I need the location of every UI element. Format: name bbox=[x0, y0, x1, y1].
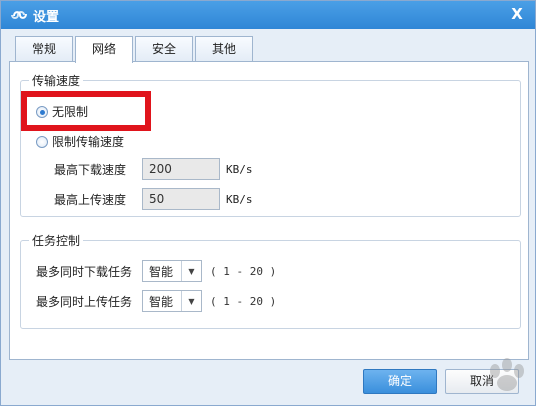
max-upload-row: 最高上传速度 KB/s bbox=[54, 188, 253, 210]
max-download-tasks-label: 最多同时下载任务 bbox=[36, 264, 133, 279]
transfer-speed-legend: 传输速度 bbox=[29, 72, 84, 89]
upload-tasks-range: ( 1 - 20 ) bbox=[210, 294, 277, 308]
transfer-speed-group: 传输速度 无限制 限制传输速度 最高下载速度 KB/s 最高上传速度 KB/s bbox=[20, 72, 521, 217]
max-upload-tasks-select[interactable]: 智能 ▼ bbox=[142, 290, 202, 312]
chevron-down-icon[interactable]: ▼ bbox=[181, 291, 201, 311]
limited-radio[interactable] bbox=[36, 135, 48, 148]
close-icon[interactable]: X bbox=[509, 5, 525, 23]
upload-unit: KB/s bbox=[226, 192, 253, 206]
max-upload-tasks-value: 智能 bbox=[149, 294, 174, 309]
tab-network[interactable]: 网络 bbox=[75, 36, 133, 63]
max-download-tasks-select[interactable]: 智能 ▼ bbox=[142, 260, 202, 282]
max-upload-tasks-row: 最多同时上传任务 智能 ▼ ( 1 - 20 ) bbox=[36, 290, 276, 312]
limited-option[interactable]: 限制传输速度 bbox=[36, 133, 124, 150]
tab-other[interactable]: 其他 bbox=[195, 36, 253, 62]
unlimited-label: 无限制 bbox=[52, 105, 89, 119]
title-bar[interactable]: 设置 X bbox=[1, 1, 535, 29]
settings-window: 设置 X 常规 网络 安全 其他 传输速度 无限制 限制传输速度 最高下载速度 … bbox=[0, 0, 536, 406]
max-download-label: 最高下载速度 bbox=[54, 162, 127, 177]
max-upload-tasks-label: 最多同时上传任务 bbox=[36, 294, 133, 309]
task-control-legend: 任务控制 bbox=[29, 232, 84, 249]
ok-button[interactable]: 确定 bbox=[363, 369, 437, 394]
limited-label: 限制传输速度 bbox=[52, 135, 125, 149]
task-control-group: 任务控制 最多同时下载任务 智能 ▼ ( 1 - 20 ) 最多同时上传任务 智… bbox=[20, 232, 521, 329]
max-upload-label: 最高上传速度 bbox=[54, 192, 127, 207]
max-download-row: 最高下载速度 KB/s bbox=[54, 158, 253, 180]
download-unit: KB/s bbox=[226, 162, 253, 176]
tab-security[interactable]: 安全 bbox=[135, 36, 193, 62]
unlimited-radio[interactable] bbox=[36, 105, 48, 118]
max-download-tasks-value: 智能 bbox=[149, 264, 174, 279]
download-tasks-range: ( 1 - 20 ) bbox=[210, 264, 277, 278]
chevron-down-icon[interactable]: ▼ bbox=[181, 261, 201, 281]
cancel-button[interactable]: 取消 bbox=[445, 369, 519, 394]
unlimited-option[interactable]: 无限制 bbox=[36, 103, 88, 120]
max-download-tasks-row: 最多同时下载任务 智能 ▼ ( 1 - 20 ) bbox=[36, 260, 276, 282]
max-download-input[interactable] bbox=[142, 158, 220, 180]
network-settings-panel: 传输速度 无限制 限制传输速度 最高下载速度 KB/s 最高上传速度 KB/s bbox=[9, 61, 529, 360]
max-upload-input[interactable] bbox=[142, 188, 220, 210]
app-logo-icon bbox=[11, 7, 27, 23]
window-title: 设置 bbox=[33, 9, 60, 25]
tab-general[interactable]: 常规 bbox=[15, 36, 73, 62]
